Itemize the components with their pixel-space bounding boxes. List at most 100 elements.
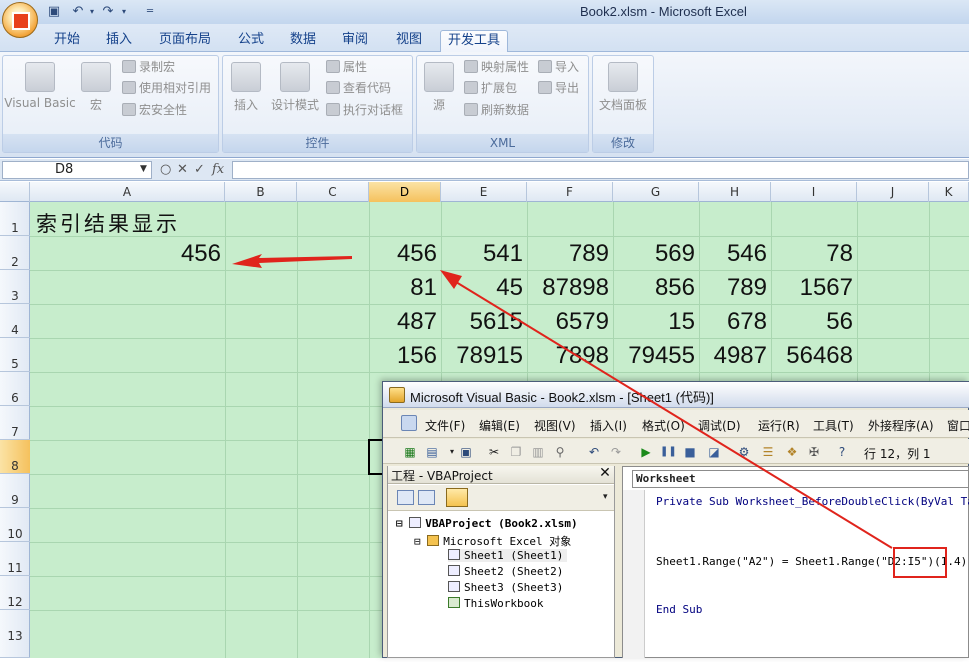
- record-macro-button[interactable]: 录制宏: [122, 58, 175, 76]
- cell-f2[interactable]: 789: [527, 240, 609, 268]
- row-header-7[interactable]: 7: [0, 406, 30, 440]
- row-header-12[interactable]: 12: [0, 576, 30, 610]
- tree-item[interactable]: ThisWorkbook: [448, 597, 543, 610]
- row-header-4[interactable]: 4: [0, 304, 30, 338]
- row-header-6[interactable]: 6: [0, 372, 30, 406]
- row-header-8[interactable]: 8: [0, 440, 30, 474]
- toolbox-icon[interactable]: ✠: [806, 444, 822, 460]
- row-header-3[interactable]: 3: [0, 270, 30, 304]
- cell-f4[interactable]: 6579: [527, 308, 609, 336]
- cell-g4[interactable]: 15: [613, 308, 695, 336]
- vbe-menu-addins[interactable]: 外接程序(A): [868, 417, 934, 434]
- tab-data[interactable]: 数据: [282, 30, 324, 52]
- code-margin[interactable]: [623, 490, 645, 658]
- row-header-5[interactable]: 5: [0, 338, 30, 372]
- insert-control-button[interactable]: 插入: [228, 62, 264, 113]
- object-dropdown[interactable]: Worksheet: [632, 470, 969, 488]
- import-button[interactable]: 导入: [538, 58, 579, 76]
- visual-basic-button[interactable]: Visual Basic: [4, 62, 76, 110]
- name-box[interactable]: D8: [2, 161, 152, 179]
- column-header-f[interactable]: F: [527, 182, 613, 202]
- save-icon[interactable]: ▣: [46, 4, 62, 20]
- run-icon[interactable]: ▶: [638, 444, 654, 460]
- name-box-dropdown-icon[interactable]: ▼: [140, 164, 147, 174]
- expansion-packs-button[interactable]: 扩展包: [464, 79, 517, 97]
- view-code-icon[interactable]: [397, 490, 414, 505]
- cell-e2[interactable]: 541: [441, 240, 523, 268]
- properties-window-icon[interactable]: ☰: [760, 444, 776, 460]
- reset-icon[interactable]: ■: [682, 444, 698, 460]
- cell-h2[interactable]: 546: [699, 240, 767, 268]
- cell-d5[interactable]: 156: [369, 342, 437, 370]
- vbe-doc-icon[interactable]: [401, 415, 417, 431]
- tab-review[interactable]: 审阅: [334, 30, 376, 52]
- column-header-b[interactable]: B: [225, 182, 297, 202]
- customize-qat-icon[interactable]: ═: [142, 4, 158, 20]
- cell-h4[interactable]: 678: [699, 308, 767, 336]
- cut-icon[interactable]: ✂: [486, 444, 502, 460]
- toggle-folders-icon[interactable]: [446, 488, 468, 507]
- tree-root[interactable]: ⊟ VBAProject (Book2.xlsm): [396, 517, 578, 530]
- xml-source-button[interactable]: 源: [422, 62, 456, 113]
- cell-d4[interactable]: 487: [369, 308, 437, 336]
- vbe-menu-view[interactable]: 视图(V): [534, 417, 576, 434]
- row-header-10[interactable]: 10: [0, 508, 30, 542]
- undo-icon[interactable]: ↶: [586, 444, 602, 460]
- tab-formulas[interactable]: 公式: [230, 30, 272, 52]
- undo-dropdown-icon[interactable]: ▾: [84, 4, 100, 20]
- vbe-menu-insert[interactable]: 插入(I): [590, 417, 627, 434]
- vbe-menu-debug[interactable]: 调试(D): [698, 417, 741, 434]
- view-excel-icon[interactable]: ▦: [402, 444, 418, 460]
- formula-input[interactable]: [232, 161, 969, 179]
- row-header-13[interactable]: 13: [0, 610, 30, 658]
- code-line-end[interactable]: End Sub: [656, 603, 702, 616]
- column-header-c[interactable]: C: [297, 182, 369, 202]
- vbe-menu-tools[interactable]: 工具(T): [813, 417, 854, 434]
- cell-e3[interactable]: 45: [441, 274, 523, 302]
- paste-icon[interactable]: ▥: [530, 444, 546, 460]
- cell-f5[interactable]: 7898: [527, 342, 609, 370]
- cancel-icon[interactable]: ✕: [177, 162, 188, 178]
- tree-item[interactable]: Sheet3 (Sheet3): [448, 581, 563, 594]
- row-header-1[interactable]: 1: [0, 202, 30, 236]
- relative-ref-button[interactable]: 使用相对引用: [122, 79, 211, 97]
- tree-item[interactable]: Sheet1 (Sheet1): [448, 549, 568, 562]
- cell-e5[interactable]: 78915: [441, 342, 523, 370]
- save-icon[interactable]: ▣: [458, 444, 474, 460]
- find-icon[interactable]: ⚲: [552, 444, 568, 460]
- document-panel-button[interactable]: 文档面板: [594, 62, 652, 113]
- cell-a2[interactable]: 456: [30, 240, 221, 268]
- pause-icon[interactable]: ❚❚: [660, 444, 677, 460]
- column-header-h[interactable]: H: [699, 182, 771, 202]
- vbe-menu-run[interactable]: 运行(R): [758, 417, 800, 434]
- map-properties-button[interactable]: 映射属性: [464, 58, 529, 76]
- cell-i3[interactable]: 1567: [771, 274, 853, 302]
- cell-g3[interactable]: 856: [613, 274, 695, 302]
- redo-dropdown-icon[interactable]: ▾: [116, 4, 132, 20]
- run-dialog-button[interactable]: 执行对话框: [326, 101, 403, 119]
- vbe-menu-format[interactable]: 格式(O): [642, 417, 685, 434]
- cell-g2[interactable]: 569: [613, 240, 695, 268]
- cell-i4[interactable]: 56: [771, 308, 853, 336]
- cell-d2[interactable]: 456: [369, 240, 437, 268]
- row-header-9[interactable]: 9: [0, 474, 30, 508]
- column-header-e[interactable]: E: [441, 182, 527, 202]
- code-line-sub[interactable]: Private Sub Worksheet_BeforeDoubleClick(…: [656, 495, 969, 508]
- refresh-data-button[interactable]: 刷新数据: [464, 101, 529, 119]
- redo-icon[interactable]: ↷: [100, 4, 116, 20]
- insert-function-icon[interactable]: fx: [212, 162, 224, 178]
- column-header-g[interactable]: G: [613, 182, 699, 202]
- cell-i5[interactable]: 56468: [771, 342, 853, 370]
- object-browser-icon[interactable]: ❖: [784, 444, 800, 460]
- copy-icon[interactable]: ❐: [508, 444, 524, 460]
- vbe-menu-edit[interactable]: 编辑(E): [479, 417, 520, 434]
- tab-developer[interactable]: 开发工具: [440, 30, 508, 53]
- tree-item[interactable]: Sheet2 (Sheet2): [448, 565, 563, 578]
- cell-e4[interactable]: 5615: [441, 308, 523, 336]
- column-header-i[interactable]: I: [771, 182, 857, 202]
- design-mode-button[interactable]: 设计模式: [268, 62, 322, 113]
- enter-icon[interactable]: ✓: [194, 162, 205, 178]
- tab-insert[interactable]: 插入: [98, 30, 140, 52]
- column-header-j[interactable]: J: [857, 182, 929, 202]
- export-button[interactable]: 导出: [538, 79, 579, 97]
